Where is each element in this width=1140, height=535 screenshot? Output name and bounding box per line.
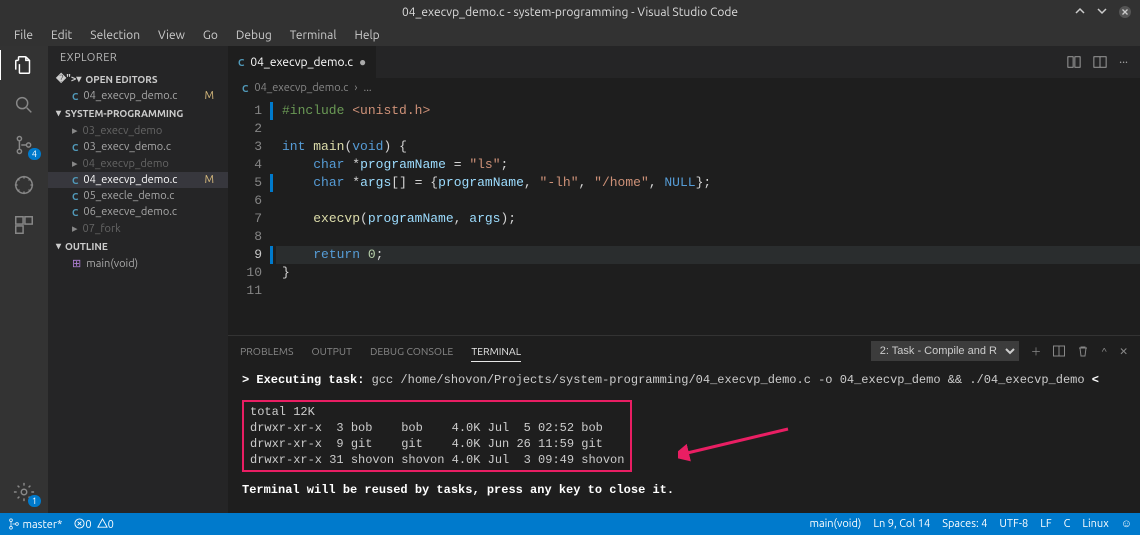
split-editor-icon[interactable] — [1093, 55, 1107, 69]
binary-file-icon: ▸ — [72, 222, 78, 235]
status-os[interactable]: Linux — [1082, 518, 1108, 530]
maximize-panel-icon[interactable]: ^ — [1101, 345, 1107, 357]
menu-debug[interactable]: Debug — [228, 27, 280, 44]
symbol-method-icon: ⊞ — [72, 257, 81, 270]
menu-view[interactable]: View — [150, 27, 193, 44]
title-bar: 04_execvp_demo.c - system-programming - … — [0, 0, 1140, 24]
maximize-icon[interactable] — [1096, 5, 1108, 19]
tab-problems[interactable]: PROBLEMS — [240, 341, 294, 361]
explorer-header: EXPLORER — [48, 46, 228, 70]
c-file-icon: C — [238, 57, 244, 68]
compare-icon[interactable] — [1067, 55, 1081, 69]
file-item[interactable]: C06_execve_demo.c — [48, 204, 228, 220]
c-file-icon: C — [72, 175, 78, 186]
close-icon[interactable] — [1118, 5, 1132, 19]
terminal-reuse-msg: Terminal will be reused by tasks, press … — [242, 482, 1126, 498]
project-section[interactable]: ▾ SYSTEM-PROGRAMMING — [48, 104, 228, 122]
modified-indicator — [270, 246, 273, 264]
scm-badge: 4 — [28, 148, 41, 160]
terminal-selector[interactable]: 2: Task - Compile and R — [871, 341, 1019, 361]
menu-file[interactable]: File — [6, 27, 41, 44]
explorer-icon[interactable] — [13, 54, 35, 76]
chevron-down-icon: ▾ — [56, 107, 61, 119]
status-spaces[interactable]: Spaces: 4 — [942, 518, 987, 530]
code-editor[interactable]: 1234567891011 #include <unistd.h> int ma… — [228, 98, 1140, 335]
file-item[interactable]: C05_execle_demo.c — [48, 188, 228, 204]
open-editor-item[interactable]: C04_execvp_demo.cM — [48, 88, 228, 104]
tab-terminal[interactable]: TERMINAL — [471, 341, 521, 362]
chevron-down-icon: �">▾ — [56, 73, 81, 85]
tab-bar: C 04_execvp_demo.c ● ··· — [228, 46, 1140, 78]
bottom-panel: PROBLEMS OUTPUT DEBUG CONSOLE TERMINAL 2… — [228, 335, 1140, 513]
panel-tabs: PROBLEMS OUTPUT DEBUG CONSOLE TERMINAL 2… — [228, 336, 1140, 366]
menu-edit[interactable]: Edit — [43, 27, 80, 44]
binary-file-icon: ▸ — [72, 124, 78, 137]
ls-output-highlight: total 12Kdrwxr-xr-x 3 bob bob 4.0K Jul 5… — [242, 400, 632, 472]
status-language[interactable]: C — [1064, 518, 1071, 530]
status-bar: master* 0 0 main(void) Ln 9, Col 14 Spac… — [0, 513, 1140, 535]
search-icon[interactable] — [13, 94, 35, 116]
file-item[interactable]: ▸04_execvp_demo — [48, 155, 228, 172]
menu-help[interactable]: Help — [346, 27, 387, 44]
terminal-output[interactable]: > Executing task: gcc /home/shovon/Proje… — [228, 366, 1140, 513]
menu-terminal[interactable]: Terminal — [282, 27, 345, 44]
split-terminal-icon[interactable] — [1053, 345, 1065, 357]
c-file-icon: C — [72, 91, 78, 102]
status-eol[interactable]: LF — [1040, 518, 1051, 530]
file-item[interactable]: ▸07_fork — [48, 220, 228, 237]
line-number-gutter: 1234567891011 — [228, 98, 276, 335]
activity-bar: 4 1 — [0, 46, 48, 513]
open-editors-section[interactable]: �">▾ OPEN EDITORS — [48, 70, 228, 88]
annotation-arrow-icon — [678, 424, 798, 464]
c-file-icon: C — [72, 142, 78, 153]
minimize-icon[interactable] — [1074, 5, 1086, 19]
chevron-down-icon: ▾ — [56, 240, 61, 252]
menu-bar: FileEditSelectionViewGoDebugTerminalHelp — [0, 24, 1140, 46]
branch-indicator[interactable]: master* — [8, 518, 62, 531]
feedback-icon[interactable]: ☺ — [1121, 518, 1132, 530]
menu-go[interactable]: Go — [195, 27, 226, 44]
status-encoding[interactable]: UTF-8 — [999, 518, 1028, 530]
modified-indicator — [270, 102, 273, 120]
modified-indicator — [270, 174, 273, 192]
outline-section[interactable]: ▾ OUTLINE — [48, 237, 228, 255]
status-position[interactable]: Ln 9, Col 14 — [873, 518, 930, 530]
close-tab-icon[interactable]: ● — [359, 55, 366, 69]
debug-icon[interactable] — [13, 174, 35, 196]
new-terminal-icon[interactable]: ＋ — [1031, 344, 1042, 359]
window-controls — [1074, 5, 1132, 19]
file-item[interactable]: C04_execvp_demo.cM — [48, 172, 228, 188]
file-item[interactable]: ▸03_execv_demo — [48, 122, 228, 139]
extensions-icon[interactable] — [13, 214, 35, 236]
kill-terminal-icon[interactable] — [1077, 345, 1089, 357]
file-item[interactable]: C03_execv_demo.c — [48, 139, 228, 155]
menu-selection[interactable]: Selection — [82, 27, 148, 44]
tab-label: 04_execvp_demo.c — [250, 56, 353, 69]
editor-area: C 04_execvp_demo.c ● ··· C 04_execvp_dem… — [228, 46, 1140, 513]
editor-tab[interactable]: C 04_execvp_demo.c ● — [228, 46, 377, 78]
errors-warnings[interactable]: 0 0 — [74, 518, 113, 531]
window-title: 04_execvp_demo.c - system-programming - … — [402, 6, 738, 19]
status-scope[interactable]: main(void) — [809, 518, 861, 530]
more-icon[interactable]: ··· — [1119, 56, 1128, 69]
settings-badge: 1 — [28, 495, 41, 507]
tab-debug-console[interactable]: DEBUG CONSOLE — [370, 341, 453, 361]
outline-item[interactable]: ⊞main(void) — [48, 255, 228, 272]
c-file-icon: C — [72, 191, 78, 202]
tab-output[interactable]: OUTPUT — [312, 341, 352, 361]
close-panel-icon[interactable]: ✕ — [1119, 345, 1128, 358]
settings-gear-icon[interactable]: 1 — [13, 481, 35, 503]
c-file-icon: C — [72, 207, 78, 218]
binary-file-icon: ▸ — [72, 157, 78, 170]
c-file-icon: C — [242, 83, 248, 94]
explorer-sidebar: EXPLORER �">▾ OPEN EDITORS C04_execvp_de… — [48, 46, 228, 513]
breadcrumb[interactable]: C 04_execvp_demo.c › ... — [228, 78, 1140, 98]
source-control-icon[interactable]: 4 — [13, 134, 35, 156]
